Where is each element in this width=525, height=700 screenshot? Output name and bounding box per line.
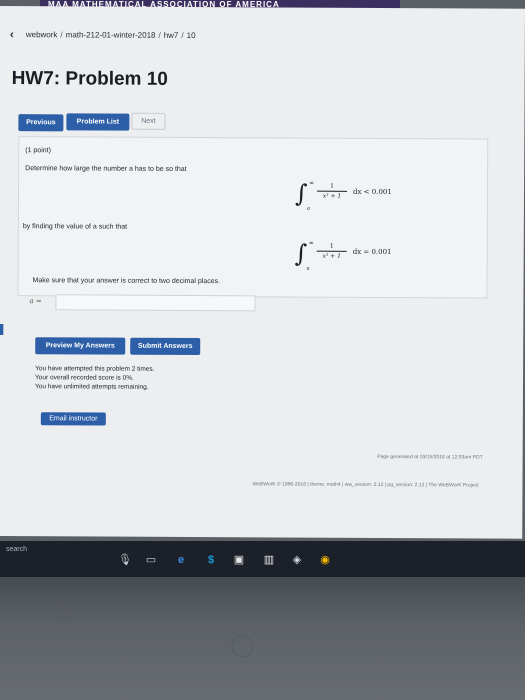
page-title: HW7: Problem 10: [11, 68, 168, 90]
chrome-icon[interactable]: ◉: [318, 553, 332, 567]
previous-button[interactable]: Previous: [18, 114, 64, 132]
integral-upper-limit: ∞: [309, 179, 315, 187]
laptop-bezel: △ ◯: [0, 577, 525, 700]
breadcrumb-course[interactable]: math-212-01-winter-2018: [66, 30, 156, 39]
edge-browser-icon[interactable]: e: [174, 553, 188, 567]
fraction-denominator: x² + 1: [322, 252, 341, 260]
breadcrumb-separator: /: [60, 29, 63, 39]
file-explorer-icon[interactable]: ▣: [232, 553, 246, 567]
integral-sign: ∫: [294, 179, 308, 208]
integral-relation: dx = 0.001: [352, 247, 392, 257]
problem-body: (1 point) Determine how large the number…: [17, 136, 489, 299]
reflection-shape: △: [55, 597, 72, 622]
microphone-icon[interactable]: 🎙: [118, 553, 132, 567]
fraction-denominator: x² + 1: [322, 192, 342, 200]
problem-question: Determine how large the number a has to …: [25, 165, 187, 173]
reflection-shape: ◯: [230, 632, 255, 657]
fraction-numerator: 1: [317, 182, 348, 192]
problem-points: (1 point): [25, 147, 51, 155]
answer-label: a =: [29, 297, 42, 306]
integral-lower-limit: a: [306, 205, 310, 212]
integral-inequality: ∫ ∞ a 1 x² + 1 dx < 0.001: [295, 179, 415, 214]
breadcrumb-set[interactable]: hw7: [164, 30, 179, 39]
app-icon-shield[interactable]: ◈: [290, 553, 304, 567]
email-instructor-button[interactable]: Email instructor: [40, 412, 106, 426]
breadcrumb-webwork[interactable]: webwork: [26, 30, 58, 39]
attempt-status: You have attempted this problem 2 times.…: [35, 364, 154, 392]
store-icon[interactable]: $: [204, 553, 218, 567]
next-button[interactable]: Next: [131, 112, 166, 130]
task-view-icon[interactable]: ▭: [144, 553, 158, 567]
footer-generated: Page generated at 03/15/2018 at 12:03am …: [377, 453, 483, 461]
submit-answers-button[interactable]: Submit Answers: [130, 337, 201, 356]
problem-list-button[interactable]: Problem List: [66, 113, 130, 131]
problem-instruction: Make sure that your answer is correct to…: [32, 277, 221, 286]
problem-find-text: by finding the value of a such that: [22, 223, 128, 231]
browser-viewport: ‹ webwork / math-212-01-winter-2018 / hw…: [0, 6, 525, 539]
preview-answers-button[interactable]: Preview My Answers: [35, 337, 126, 355]
integral-equation: ∫ ∞ a 1 x² + 1 dx = 0.001: [295, 239, 415, 274]
integrand-fraction: 1 x² + 1: [317, 182, 348, 200]
fraction-numerator: 1: [316, 242, 347, 252]
integrand-fraction: 1 x² + 1: [316, 242, 347, 260]
breadcrumb: ‹ webwork / math-212-01-winter-2018 / hw…: [10, 24, 490, 47]
windows-taskbar: search 🎙 ▭ e $ ▣ ▥ ◈ ◉: [0, 541, 525, 577]
breadcrumb-separator: /: [158, 30, 161, 40]
chevron-left-icon[interactable]: ‹: [10, 27, 14, 41]
taskbar-search[interactable]: search: [6, 546, 27, 553]
app-icon[interactable]: ▥: [262, 553, 276, 567]
integral-lower-limit: a: [306, 265, 310, 272]
breadcrumb-separator: /: [181, 30, 184, 40]
answer-input[interactable]: [55, 294, 256, 312]
remaining-text: You have unlimited attempts remaining.: [34, 383, 149, 391]
focus-accent: [0, 323, 4, 336]
breadcrumb-problem: 10: [186, 30, 196, 40]
integral-relation: dx < 0.001: [353, 187, 392, 197]
integral-upper-limit: ∞: [308, 239, 314, 247]
footer-copyright: WeBWorK © 1996-2016 | theme: math4 | ww_…: [252, 481, 479, 489]
integral-sign: ∫: [294, 239, 308, 268]
